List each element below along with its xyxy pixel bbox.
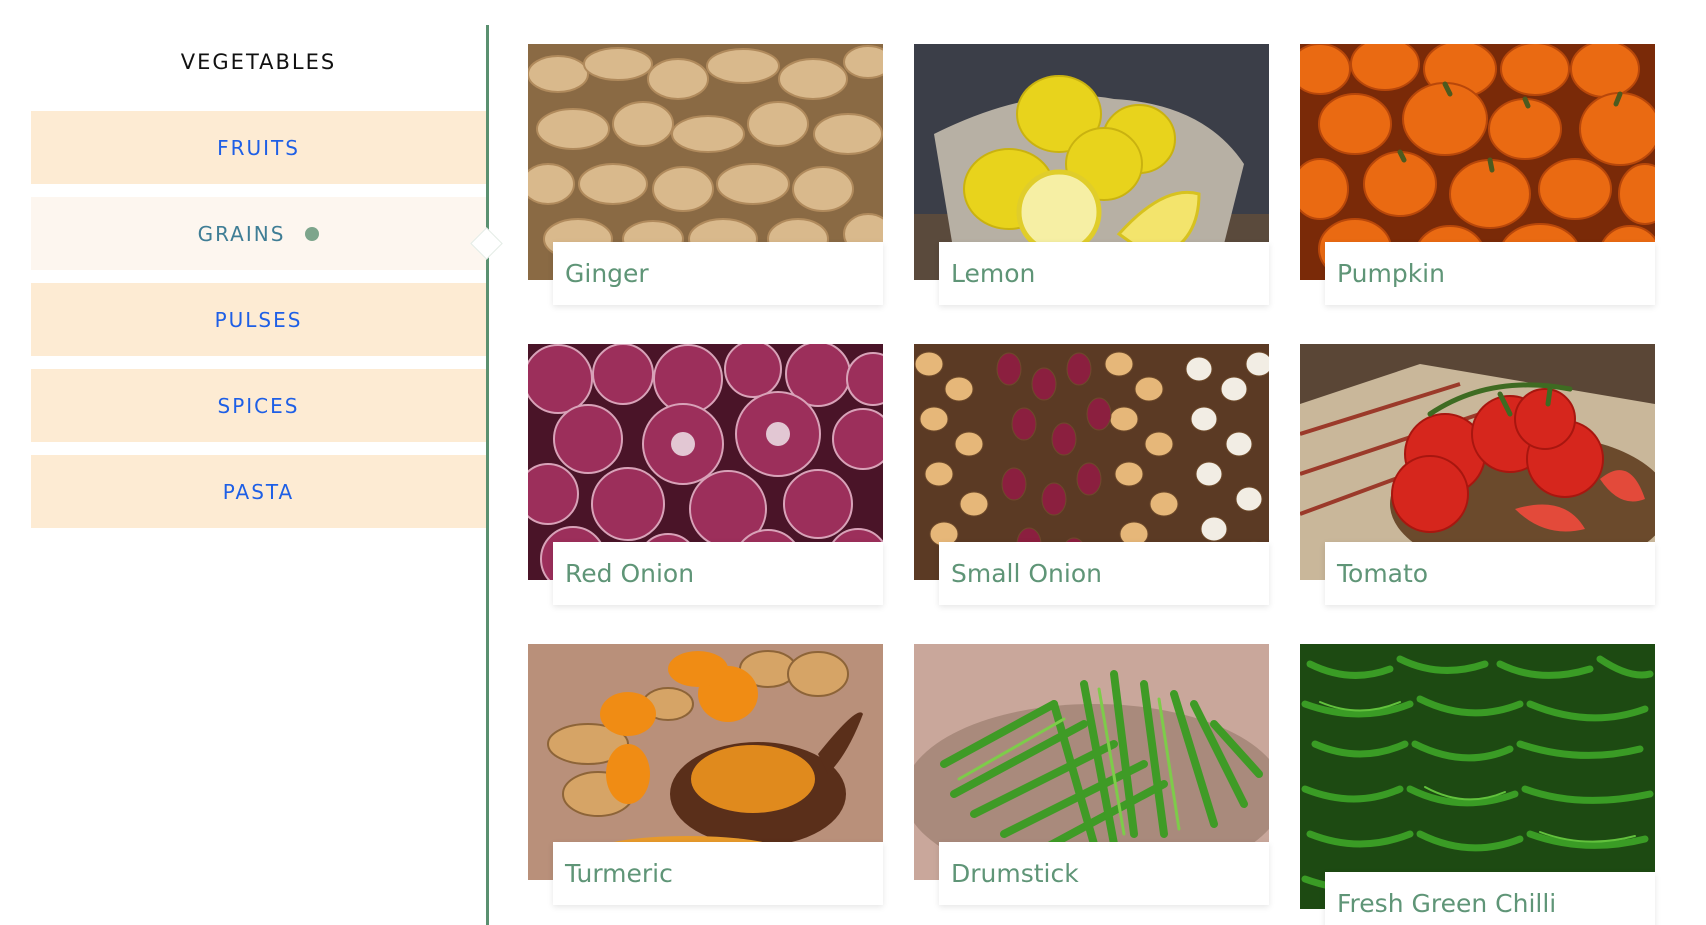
sidebar-title: VEGETABLES xyxy=(180,50,337,74)
product-name: Lemon xyxy=(939,242,1269,305)
product-card-drumstick[interactable]: Drumstick xyxy=(914,644,1269,905)
product-name: Red Onion xyxy=(553,542,883,605)
product-card-tomato[interactable]: Tomato xyxy=(1300,344,1655,605)
product-card-lemon[interactable]: Lemon xyxy=(914,44,1269,305)
sidebar-item-label: SPICES xyxy=(217,393,300,418)
active-indicator-dot-icon xyxy=(305,226,320,241)
product-card-turmeric[interactable]: Turmeric xyxy=(528,644,883,905)
sidebar-item-pulses[interactable]: PULSES xyxy=(31,283,486,356)
green-chilli-photo xyxy=(1300,644,1655,909)
sidebar-item-grains[interactable]: GRAINS xyxy=(31,197,486,270)
product-grid: Ginger Lemon Pumpkin Red Onion Small Oni… xyxy=(528,44,1655,925)
sidebar-item-label: FRUITS xyxy=(217,135,300,160)
product-name: Tomato xyxy=(1325,542,1655,605)
sidebar-item-pasta[interactable]: PASTA xyxy=(31,455,486,528)
sidebar-divider xyxy=(486,25,489,925)
product-card-small-onion[interactable]: Small Onion xyxy=(914,344,1269,605)
product-card-pumpkin[interactable]: Pumpkin xyxy=(1300,44,1655,305)
product-name: Pumpkin xyxy=(1325,242,1655,305)
sidebar-item-fruits[interactable]: FRUITS xyxy=(31,111,486,184)
sidebar-item-label: PULSES xyxy=(214,307,303,332)
product-name: Ginger xyxy=(553,242,883,305)
product-card-ginger[interactable]: Ginger xyxy=(528,44,883,305)
product-name: Small Onion xyxy=(939,542,1269,605)
product-name: Turmeric xyxy=(553,842,883,905)
product-card-red-onion[interactable]: Red Onion xyxy=(528,344,883,605)
product-name: Drumstick xyxy=(939,842,1269,905)
sidebar-item-label: GRAINS xyxy=(197,221,286,246)
sidebar-item-label: PASTA xyxy=(222,479,295,504)
product-card-fresh-green-chilli[interactable]: Fresh Green Chilli xyxy=(1300,644,1655,925)
product-name: Fresh Green Chilli xyxy=(1325,872,1655,925)
category-sidebar: VEGETABLES FRUITS GRAINS PULSES SPICES P… xyxy=(31,25,486,541)
page: VEGETABLES FRUITS GRAINS PULSES SPICES P… xyxy=(0,0,1706,925)
sidebar-item-spices[interactable]: SPICES xyxy=(31,369,486,442)
